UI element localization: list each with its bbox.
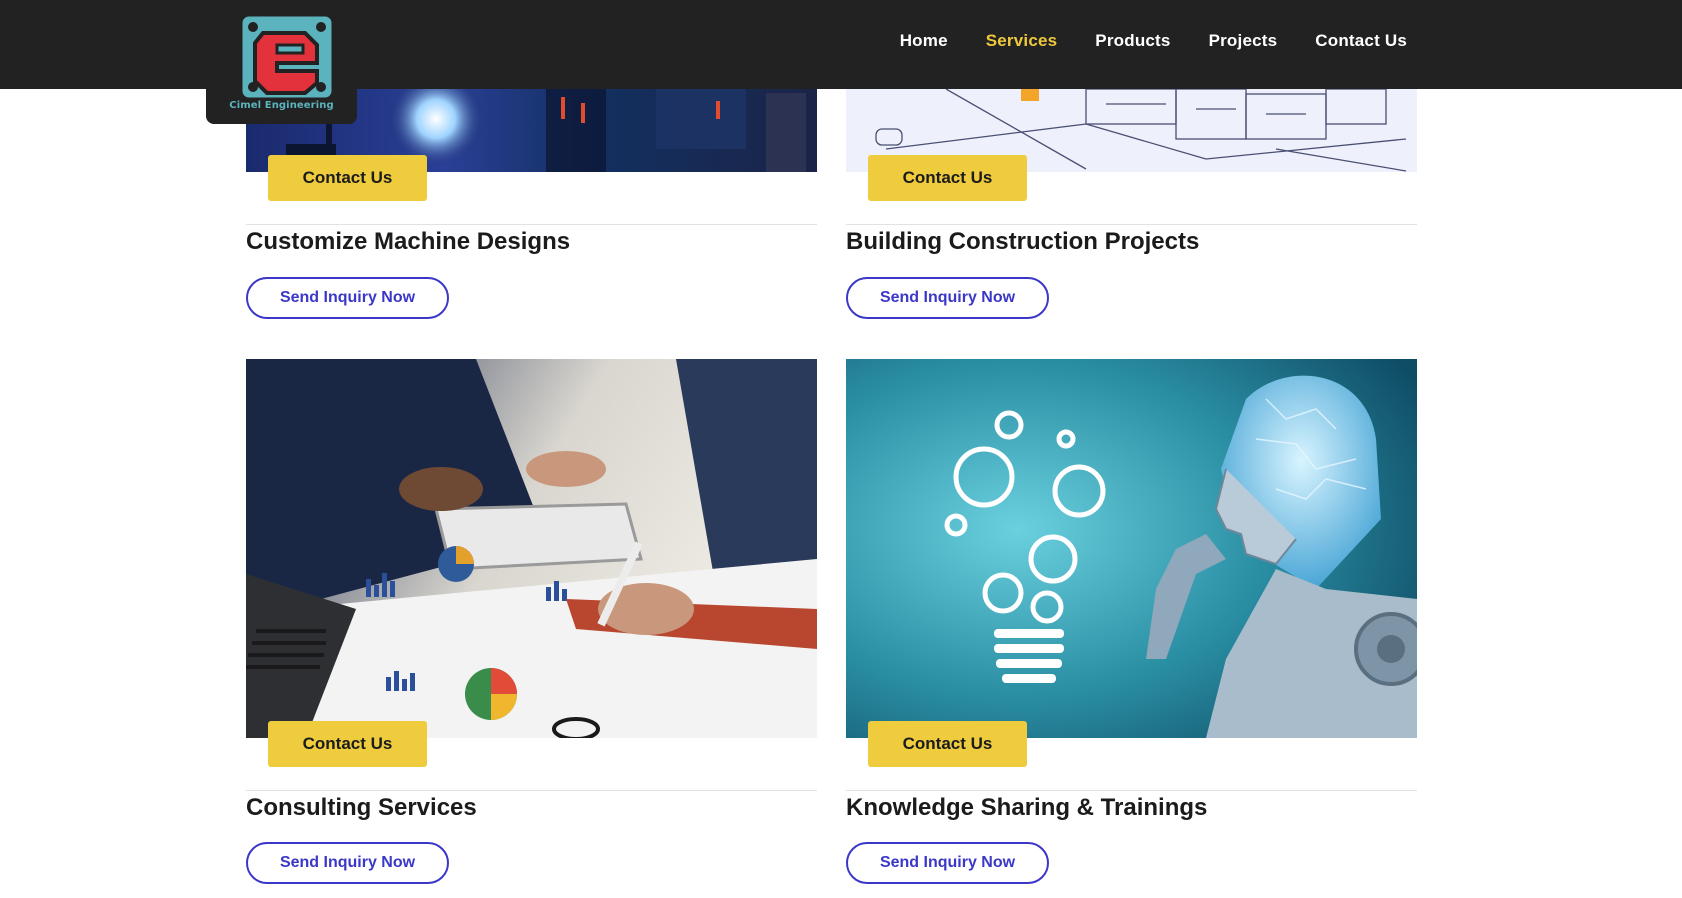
nav-contact-us[interactable]: Contact Us — [1315, 31, 1407, 51]
contact-us-button[interactable]: Contact Us — [268, 155, 427, 201]
card-title: Knowledge Sharing & Trainings — [846, 794, 1208, 821]
card-title: Consulting Services — [246, 794, 477, 821]
card-title: Customize Machine Designs — [246, 228, 571, 255]
logo-icon — [239, 13, 335, 101]
contact-us-button[interactable]: Contact Us — [268, 721, 427, 767]
ai-robot-image — [846, 359, 1417, 738]
logo-link[interactable]: Cimel Engineering — [206, 0, 357, 124]
contact-us-button[interactable]: Contact Us — [868, 721, 1027, 767]
card-divider — [246, 224, 817, 225]
business-meeting-image — [246, 359, 817, 738]
nav-products[interactable]: Products — [1095, 31, 1170, 51]
send-inquiry-button[interactable]: Send Inquiry Now — [246, 842, 449, 884]
contact-us-button[interactable]: Contact Us — [868, 155, 1027, 201]
send-inquiry-button[interactable]: Send Inquiry Now — [846, 842, 1049, 884]
send-inquiry-button[interactable]: Send Inquiry Now — [246, 277, 449, 319]
main-nav: Home Services Products Projects Contact … — [900, 31, 1407, 51]
card-title: Building Construction Projects — [846, 228, 1200, 255]
card-divider — [846, 224, 1417, 225]
nav-services[interactable]: Services — [986, 31, 1058, 51]
nav-projects[interactable]: Projects — [1209, 31, 1278, 51]
card-divider — [846, 790, 1417, 791]
send-inquiry-button[interactable]: Send Inquiry Now — [846, 277, 1049, 319]
card-divider — [246, 790, 817, 791]
logo-text: Cimel Engineering — [229, 100, 334, 111]
nav-home[interactable]: Home — [900, 31, 948, 51]
